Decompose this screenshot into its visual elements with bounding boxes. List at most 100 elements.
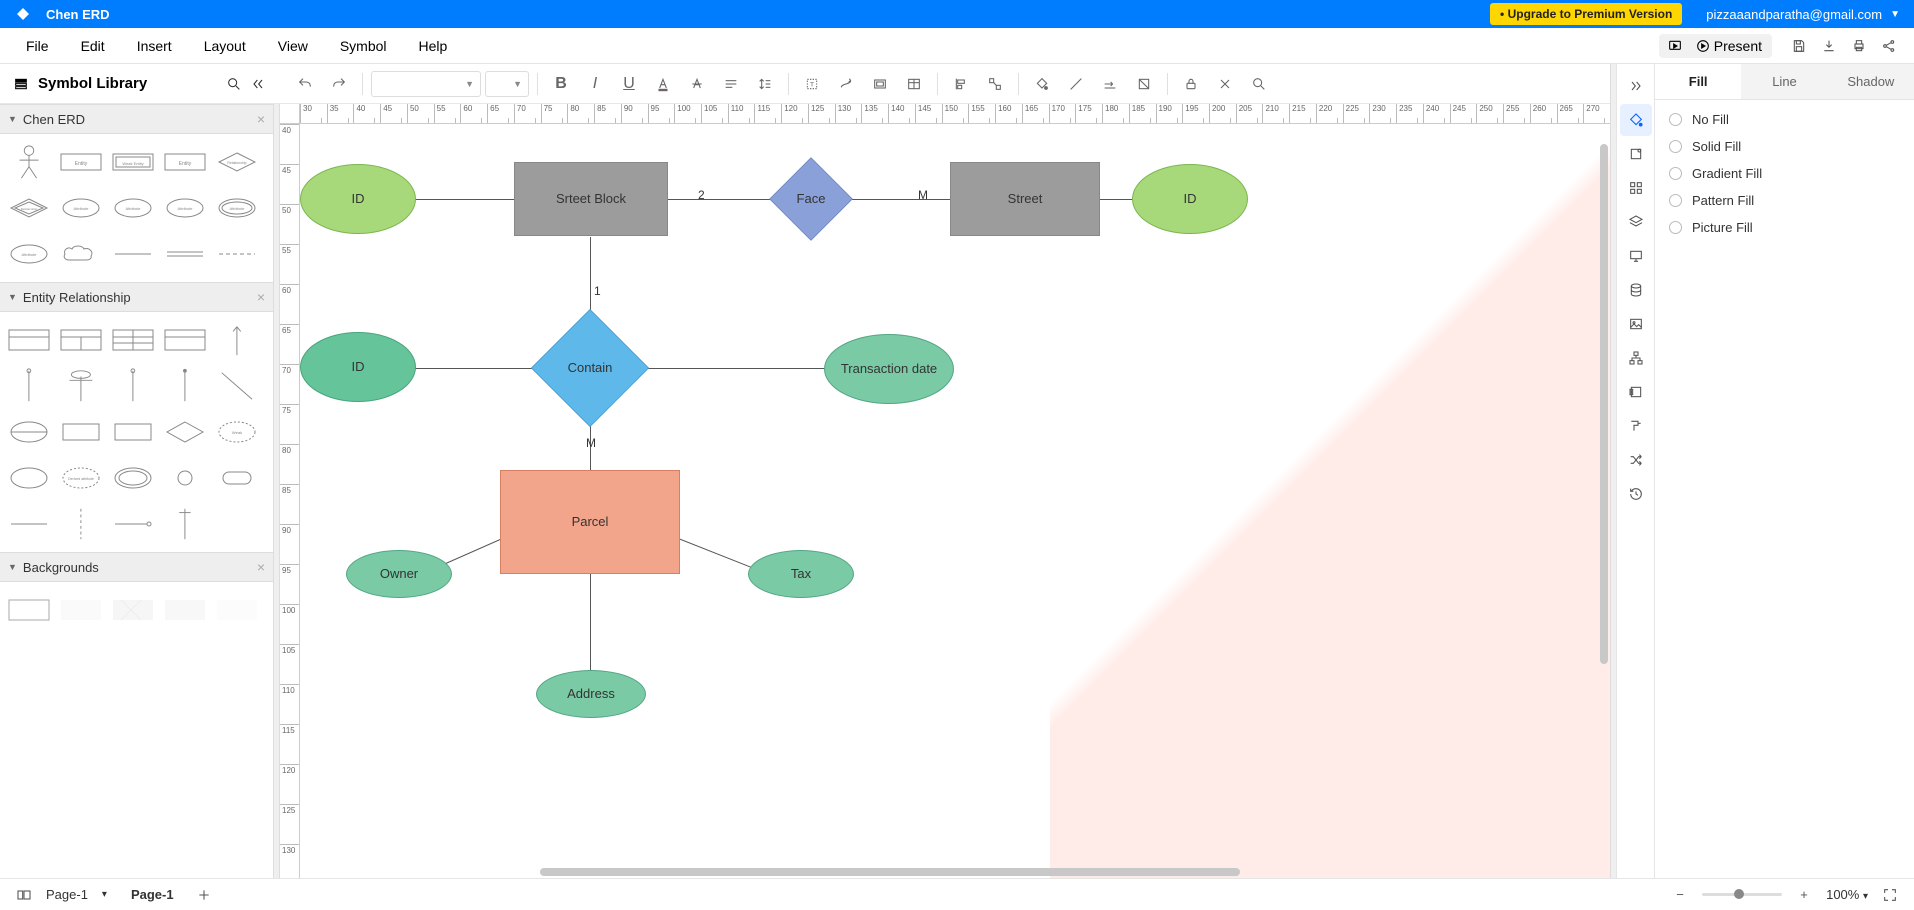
shape-table3[interactable]	[110, 320, 156, 360]
search-icon[interactable]	[222, 76, 246, 92]
chevron-down-icon[interactable]: ▼	[1890, 9, 1900, 20]
layers-tool-icon[interactable]	[1620, 206, 1652, 238]
shape-double-line[interactable]	[162, 234, 208, 274]
bg-3[interactable]	[110, 590, 156, 630]
component-tool-icon[interactable]	[1620, 376, 1652, 408]
underline-button[interactable]: U	[614, 69, 644, 99]
fill-tool-icon[interactable]	[1620, 104, 1652, 136]
line-style-button[interactable]	[1095, 69, 1125, 99]
shape-conn3[interactable]	[110, 366, 156, 406]
shape-conn1[interactable]	[6, 366, 52, 406]
shuffle-tool-icon[interactable]	[1620, 444, 1652, 476]
text-tool-button[interactable]: T	[797, 69, 827, 99]
print-icon[interactable]	[1844, 38, 1874, 54]
bold-button[interactable]: B	[546, 69, 576, 99]
font-family-select[interactable]: ▼	[371, 71, 481, 97]
strikethrough-button[interactable]	[682, 69, 712, 99]
menu-insert[interactable]: Insert	[121, 38, 188, 54]
node-transaction-date[interactable]: Transaction date	[824, 334, 954, 404]
user-email[interactable]: pizzaaandparatha@gmail.com	[1706, 7, 1882, 22]
table-button[interactable]	[899, 69, 929, 99]
align-objects-button[interactable]	[946, 69, 976, 99]
canvas[interactable]: 2 M 1 M ID Srteet Block Face Street ID I…	[300, 124, 1610, 878]
tab-shadow[interactable]: Shadow	[1828, 64, 1914, 99]
shape-actor[interactable]	[6, 142, 52, 182]
shape-line2[interactable]	[6, 504, 52, 544]
container-button[interactable]	[865, 69, 895, 99]
shape-dbl-ellipse[interactable]	[110, 458, 156, 498]
share-icon[interactable]	[1874, 38, 1904, 54]
shape-attribute4[interactable]: Attribute	[214, 188, 260, 228]
close-icon[interactable]: ×	[257, 111, 265, 127]
menu-view[interactable]: View	[262, 38, 324, 54]
horizontal-scrollbar[interactable]	[540, 868, 1240, 876]
node-tax[interactable]: Tax	[748, 550, 854, 598]
tree-tool-icon[interactable]	[1620, 342, 1652, 374]
node-contain[interactable]: Contain	[532, 310, 648, 426]
grid-tool-icon[interactable]	[1620, 172, 1652, 204]
crop-button[interactable]	[1129, 69, 1159, 99]
fullscreen-button[interactable]	[1876, 887, 1904, 903]
shape-rounded[interactable]	[214, 458, 260, 498]
close-icon[interactable]: ×	[257, 559, 265, 575]
shape-attribute2[interactable]: Attribute	[110, 188, 156, 228]
page-selector[interactable]: Page-1▾	[38, 887, 115, 902]
tab-line[interactable]: Line	[1741, 64, 1827, 99]
shape-line[interactable]	[110, 234, 156, 274]
shape-weak[interactable]: Weak	[214, 412, 260, 452]
node-street-block[interactable]: Srteet Block	[514, 162, 668, 236]
pages-layout-icon[interactable]	[10, 887, 38, 903]
lock-button[interactable]	[1176, 69, 1206, 99]
fill-option-pattern[interactable]: Pattern Fill	[1669, 193, 1900, 208]
node-id3[interactable]: ID	[300, 332, 416, 402]
fill-option-picture[interactable]: Picture Fill	[1669, 220, 1900, 235]
fill-option-gradient[interactable]: Gradient Fill	[1669, 166, 1900, 181]
font-size-select[interactable]: ▼	[485, 71, 529, 97]
bg-1[interactable]	[6, 590, 52, 630]
font-color-button[interactable]	[648, 69, 678, 99]
line-color-button[interactable]	[1061, 69, 1091, 99]
category-chen-erd[interactable]: ▼ Chen ERD ×	[0, 104, 273, 134]
bg-5[interactable]	[214, 590, 260, 630]
shape-rect[interactable]	[58, 412, 104, 452]
fill-option-no-fill[interactable]: No Fill	[1669, 112, 1900, 127]
shape-attribute3[interactable]: Attribute	[162, 188, 208, 228]
image-tool-icon[interactable]	[1620, 308, 1652, 340]
shape-derived[interactable]: Derived attribute	[58, 458, 104, 498]
save-icon[interactable]	[1784, 38, 1814, 54]
history-tool-icon[interactable]	[1620, 478, 1652, 510]
shape-dash-v[interactable]	[58, 504, 104, 544]
node-id1[interactable]: ID	[300, 164, 416, 234]
menu-help[interactable]: Help	[403, 38, 464, 54]
style-tool-icon[interactable]	[1620, 138, 1652, 170]
menu-symbol[interactable]: Symbol	[324, 38, 403, 54]
shape-attribute5[interactable]: Attribute	[6, 234, 52, 274]
node-address[interactable]: Address	[536, 670, 646, 718]
tab-fill[interactable]: Fill	[1655, 64, 1741, 99]
tools-button[interactable]	[1210, 69, 1240, 99]
present-tool-icon[interactable]	[1620, 240, 1652, 272]
shape-arrow-up[interactable]	[214, 320, 260, 360]
expand-rail-icon[interactable]	[1620, 70, 1652, 102]
shape-table4[interactable]	[162, 320, 208, 360]
connector-tool-button[interactable]	[831, 69, 861, 99]
shape-diag-line[interactable]	[214, 366, 260, 406]
undo-button[interactable]	[290, 69, 320, 99]
shape-attribute[interactable]: Attribute	[58, 188, 104, 228]
shape-entity[interactable]: Entity	[58, 142, 104, 182]
node-face[interactable]: Face	[770, 158, 852, 240]
shape-half-ellipse[interactable]	[6, 412, 52, 452]
bg-4[interactable]	[162, 590, 208, 630]
shape-table1[interactable]	[6, 320, 52, 360]
shape-line-dot[interactable]	[110, 504, 156, 544]
shape-conn2[interactable]	[58, 366, 104, 406]
menu-file[interactable]: File	[10, 38, 65, 54]
zoom-slider[interactable]	[1702, 893, 1782, 896]
shape-relationship[interactable]: Relationship	[214, 142, 260, 182]
search-canvas-button[interactable]	[1244, 69, 1274, 99]
node-owner[interactable]: Owner	[346, 550, 452, 598]
zoom-in-button[interactable]: +	[1790, 887, 1818, 902]
node-id2[interactable]: ID	[1132, 164, 1248, 234]
present-button[interactable]: Present	[1691, 34, 1772, 58]
page-tab-1[interactable]: Page-1	[115, 887, 190, 902]
